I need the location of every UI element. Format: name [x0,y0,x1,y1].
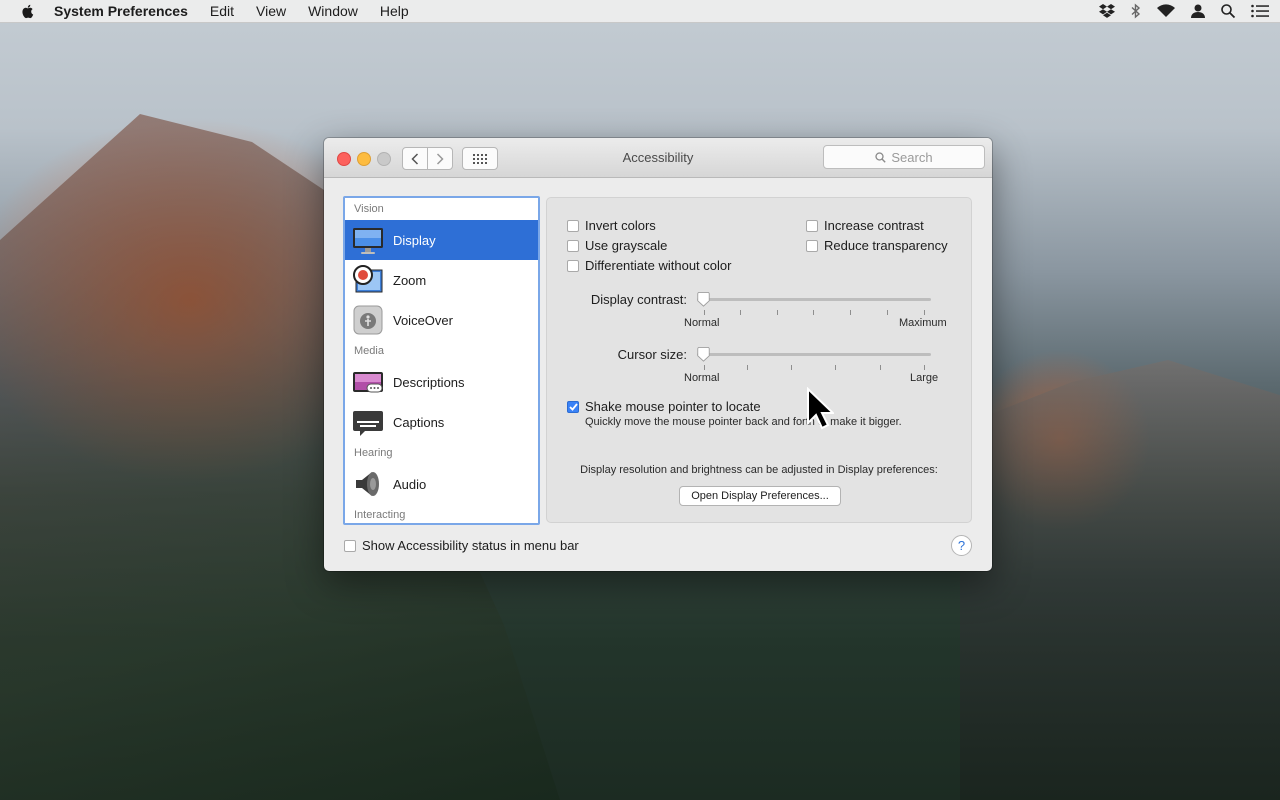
sidebar-item-audio[interactable]: Audio [345,464,538,504]
differentiate-label: Differentiate without color [585,258,732,273]
slider-tick [835,365,836,370]
bluetooth-icon[interactable] [1130,3,1142,19]
search-icon [875,151,887,163]
wallpaper-mountain-right [960,360,1280,800]
spotlight-icon[interactable] [1220,3,1236,19]
voiceover-icon [353,305,383,335]
increase-contrast-label: Increase contrast [824,218,924,233]
increase-contrast-option[interactable]: Increase contrast [806,218,924,233]
sidebar-item-descriptions[interactable]: Descriptions [345,362,538,402]
mouse-pointer-icon [807,387,834,430]
audio-icon [356,472,379,496]
display-contrast-track[interactable] [697,298,931,301]
slider-tick [924,310,925,315]
title-bar[interactable]: Accessibility Search [324,138,992,178]
use-grayscale-checkbox[interactable] [567,239,579,252]
sidebar-item-display[interactable]: Display [345,220,538,260]
invert-colors-checkbox[interactable] [567,219,579,232]
group-label-hearing: Hearing [354,447,393,459]
display-settings-pane: Invert colors Use grayscale Differentiat… [546,197,972,523]
slider-tick [880,365,881,370]
slider-tick [924,365,925,370]
contrast-max-label: Maximum [899,317,947,329]
accessibility-window: Accessibility Search Vision Display Zoom… [324,138,992,571]
sidebar-item-voiceover[interactable]: VoiceOver [345,300,538,340]
reduce-transparency-option[interactable]: Reduce transparency [806,238,948,253]
shake-pointer-label: Shake mouse pointer to locate [585,399,761,414]
apple-menu-icon[interactable] [20,3,36,19]
menu-window[interactable]: Window [308,3,358,19]
menu-status-area [1098,0,1270,22]
sidebar-item-label: Audio [393,476,427,492]
menu-edit[interactable]: Edit [210,3,234,19]
show-status-label: Show Accessibility status in menu bar [362,538,579,553]
search-placeholder: Search [891,149,933,165]
slider-tick [777,310,778,315]
slider-tick [791,365,792,370]
show-status-option[interactable]: Show Accessibility status in menu bar [344,538,579,553]
sidebar-item-captions[interactable]: Captions [345,402,538,442]
shake-pointer-checkbox[interactable] [567,400,579,413]
reduce-transparency-checkbox[interactable] [806,239,818,252]
group-label-media: Media [354,345,384,357]
increase-contrast-checkbox[interactable] [806,219,818,232]
resolution-note: Display resolution and brightness can be… [580,464,938,476]
menu-bar: System Preferences Edit View Window Help [0,0,1280,23]
display-contrast-label: Display contrast: [590,292,687,307]
help-button[interactable]: ? [951,535,972,556]
invert-colors-label: Invert colors [585,218,656,233]
differentiate-option[interactable]: Differentiate without color [567,258,731,273]
menu-view[interactable]: View [256,3,286,19]
slider-tick [704,365,705,370]
shake-pointer-hint: Quickly move the mouse pointer back and … [585,416,902,428]
use-grayscale-label: Use grayscale [585,238,668,253]
notification-center-icon[interactable] [1250,3,1270,19]
cursor-max-label: Large [910,372,939,384]
group-label-interacting: Interacting [354,509,406,521]
cursor-size-label: Cursor size: [617,347,687,362]
slider-tick [887,310,888,315]
sidebar-item-label: Zoom [393,272,427,288]
contrast-min-label: Normal [684,317,720,329]
use-grayscale-option[interactable]: Use grayscale [567,238,667,253]
slider-tick [747,365,748,370]
sidebar-item-label: Display [393,232,436,248]
shake-pointer-option[interactable]: Shake mouse pointer to locate [567,399,761,414]
category-sidebar[interactable]: Vision Display Zoom VoiceOver Media Desc… [343,196,540,525]
checkmark-icon [568,402,578,411]
slider-tick [850,310,851,315]
group-label-vision: Vision [354,203,384,215]
sidebar-item-label: Captions [393,414,445,430]
reduce-transparency-label: Reduce transparency [824,238,948,253]
cursor-min-label: Normal [684,372,720,384]
wifi-icon[interactable] [1156,3,1176,19]
sidebar-item-zoom[interactable]: Zoom [345,260,538,300]
slider-tick [740,310,741,315]
search-field[interactable]: Search [823,145,985,169]
menu-app-name[interactable]: System Preferences [54,3,188,19]
invert-colors-option[interactable]: Invert colors [567,218,656,233]
dropbox-icon[interactable] [1098,3,1116,19]
show-status-checkbox[interactable] [344,539,356,552]
descriptions-icon [353,372,383,393]
user-icon[interactable] [1190,3,1206,19]
captions-icon [353,411,383,436]
display-icon [353,228,383,254]
cursor-size-track[interactable] [697,353,931,356]
slider-tick [813,310,814,315]
slider-tick [704,310,705,315]
cursor-size-slider[interactable] [696,347,711,362]
menu-help[interactable]: Help [380,3,409,19]
display-contrast-slider[interactable] [696,292,711,307]
sidebar-item-label: VoiceOver [393,312,453,328]
open-display-preferences-button[interactable]: Open Display Preferences... [679,486,841,506]
sidebar-item-label: Descriptions [393,374,465,390]
differentiate-checkbox[interactable] [567,259,579,272]
zoom-icon [353,265,383,293]
